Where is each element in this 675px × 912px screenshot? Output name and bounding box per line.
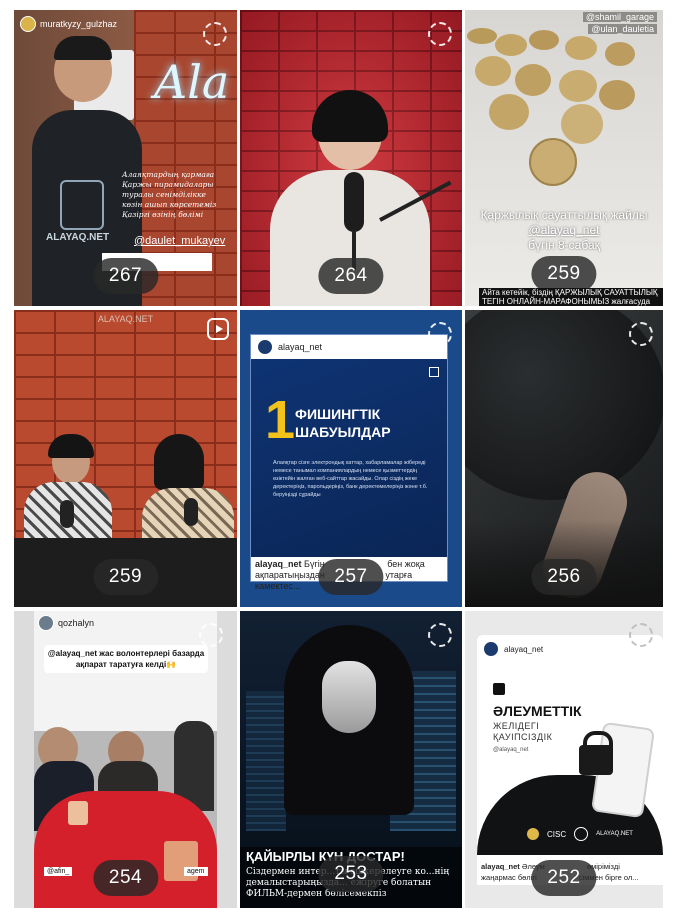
view-count: 259 (92, 559, 159, 595)
story-author-name: qozhalyn (58, 618, 95, 628)
caption-text: Алаяқтардың қармаға Қаржы пирамидалары т… (122, 170, 232, 220)
view-count: 256 (531, 559, 597, 595)
post-number: 1 (265, 390, 296, 450)
tag-label[interactable]: @ulan_dauletia (588, 24, 657, 34)
post-subtitle: ЖЕЛІДЕГІ ҚАУІПСІЗДІК (493, 721, 552, 743)
view-count: 254 (92, 860, 159, 896)
heart-logo-icon (574, 827, 589, 841)
microphone-icon (344, 172, 364, 232)
stories-grid: Ala ALAYAQ.NET muratkyzy_gulzhaz Алаяқта… (0, 0, 675, 912)
story-author-name: muratkyzy_gulzhaz (40, 19, 118, 29)
post-author[interactable]: alayaq_net (278, 342, 322, 352)
story-tile[interactable]: alayaq_net 1 ФИШИНГТІК ШАБУЫЛДАР Алаяқта… (240, 310, 462, 607)
story-progress-icon (199, 623, 223, 647)
post-handle: @alayaq_net (493, 747, 529, 753)
caption-text: @alayaq_net жас волонтерлері базарда ақп… (44, 645, 208, 673)
story-tile[interactable]: ҚАЙЫРЛЫ КҮН ДОСТАР! Сіздермен интер...ты… (240, 611, 462, 908)
view-count: 257 (318, 559, 384, 595)
story-progress-icon (428, 322, 452, 346)
story-tile[interactable]: qozhalyn @alayaq_net жас волонтерлері ба… (14, 611, 237, 908)
post-header[interactable]: alayaq_net (483, 641, 543, 657)
caption-line: Қаржы пирамидалары (122, 180, 214, 189)
partner-logos: CISC ALAYAQ.NET (527, 827, 633, 841)
hoodie-text: ALAYAQ.NET (46, 232, 110, 243)
bottom-banner: Айта кетейік, біздің ҚАРЖЫЛЫҚ САУАТТЫЛЫҚ… (479, 288, 663, 306)
story-progress-icon (629, 322, 653, 346)
caption-text: Қаржылық сауаттылық жайлы @alayaq_net бү… (465, 208, 663, 253)
avatar (483, 641, 499, 657)
avatar (20, 16, 36, 32)
post-footer-author[interactable]: alayaq_net (481, 862, 520, 871)
post-footer-text: ақпаратыңыздан (255, 570, 325, 580)
post-card: alayaq_net 1 ФИШИНГТІК ШАБУЫЛДАР Алаяқта… (250, 334, 448, 591)
carousel-icon (429, 367, 439, 377)
post-title-line: ШАБУЫЛДАР (295, 424, 391, 440)
alayaq-logo: ALAYAQ.NET (596, 831, 633, 837)
avatar (257, 339, 273, 355)
emblem-icon (527, 828, 539, 840)
story-progress-icon (428, 22, 452, 46)
post-header: alayaq_net (251, 335, 447, 359)
microphone-icon (60, 500, 74, 528)
mask (322, 661, 376, 733)
view-count: 253 (318, 856, 384, 892)
caption-line: Қаржылық сауаттылық жайлы (480, 208, 648, 222)
avatar (38, 615, 54, 631)
wall-text: ALAYAQ.NET (97, 314, 154, 324)
cisc-logo: CISC (547, 829, 567, 839)
story-tile[interactable]: Ala ALAYAQ.NET muratkyzy_gulzhaz Алаяқта… (14, 10, 237, 306)
story-tile[interactable]: alayaq_net ӘЛЕУМЕТТІК ЖЕЛІДЕГІ ҚАУІПСІЗД… (465, 611, 663, 908)
story-author[interactable]: qozhalyn (38, 615, 94, 631)
view-count: 264 (318, 258, 384, 294)
caption-line: көзін ашып көрсетеміз (122, 200, 217, 209)
caption-mention[interactable]: @alayaq_net (465, 223, 663, 238)
post-subtitle-line: ЖЕЛІДЕГІ (493, 721, 540, 731)
presenter-hair (54, 36, 112, 60)
story-tile[interactable]: 264 (240, 10, 462, 306)
post-subtitle-line: ҚАУІПСІЗДІК (493, 732, 553, 742)
view-count: 259 (531, 256, 597, 292)
person-hair (154, 434, 204, 490)
story-progress-icon (629, 623, 653, 647)
story-tile[interactable]: @shamil_garage @ulan_dauletia Қаржылық с… (465, 10, 663, 306)
story-progress-icon (203, 22, 227, 46)
padlock-shackle (583, 731, 613, 753)
cup (68, 801, 88, 825)
tag-label[interactable]: agem (184, 867, 208, 876)
post-body: Алаяқтар сізге электрондық хаттар, хабар… (273, 460, 428, 498)
view-count: 267 (92, 258, 159, 294)
lock-icon (493, 683, 505, 695)
reels-icon[interactable] (207, 318, 229, 340)
caption-line: бүгін 8-сабақ (528, 238, 600, 252)
post-title-line: ФИШИНГТІК (295, 406, 381, 422)
post-footer-author[interactable]: alayaq_net (255, 559, 302, 569)
post-card: alayaq_net ӘЛЕУМЕТТІК ЖЕЛІДЕГІ ҚАУІПСІЗД… (477, 635, 663, 885)
caption-line: туралы сенімділікке (122, 190, 206, 199)
mention-text[interactable]: @daulet_mukayev (134, 235, 225, 247)
tag-label[interactable]: @afin_ (44, 867, 73, 876)
person-hair (48, 434, 94, 458)
story-tile[interactable]: ALAYAQ.NET 259 (14, 310, 237, 607)
post-title: ФИШИНГТІК ШАБУЫЛДАР (295, 405, 391, 441)
story-progress-icon (428, 623, 452, 647)
story-author[interactable]: muratkyzy_gulzhaz (20, 16, 117, 32)
view-count: 252 (531, 860, 597, 896)
post-title: ӘЛЕУМЕТТІК (493, 703, 582, 719)
caption-line: Алаяқтардың қармаға (122, 170, 215, 179)
neon-sign: Ala (154, 55, 230, 109)
post-footer-text: жаңармас бөлігі (481, 873, 537, 882)
story-tile[interactable]: 256 (465, 310, 663, 607)
caption-line: Қазіргі өзінің бөлімі (122, 210, 204, 219)
tag-label[interactable]: @shamil_garage (582, 12, 657, 22)
microphone-icon (184, 498, 198, 526)
lock-logo-icon (60, 180, 104, 230)
post-author: alayaq_net (504, 644, 544, 654)
